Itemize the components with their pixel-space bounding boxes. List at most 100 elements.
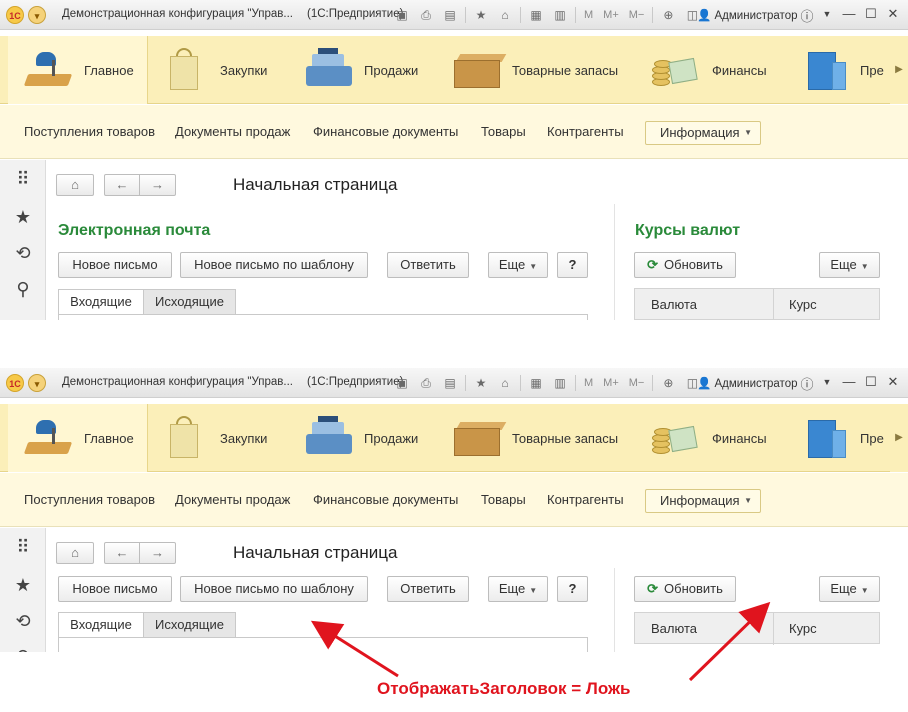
print-icon[interactable]: ⎙ [417,375,435,391]
maximize-icon[interactable]: ☐ [862,6,880,22]
back-button[interactable]: ← [104,542,140,564]
memory-plus-button[interactable]: M+ [601,7,621,23]
tab-outbox[interactable]: Исходящие [143,289,236,315]
grid-menu-icon[interactable]: ⠿ [12,536,34,558]
info-icon[interactable]: ⓘ [798,6,816,25]
nav-item-receipts[interactable]: Поступления товаров [24,492,155,507]
user-name[interactable]: 👤 Администратор [697,8,798,22]
main-menu-icon[interactable]: ▾ [28,374,46,392]
grid-menu-icon[interactable]: ⠿ [12,168,34,190]
column-currency[interactable]: Валюта [651,621,697,636]
column-currency[interactable]: Валюта [651,297,697,312]
search-icon[interactable]: ⚲ [12,646,34,652]
memory-minus-button[interactable]: M− [627,7,647,23]
nav-item-sales-docs[interactable]: Документы продаж [175,124,290,139]
section-purchases[interactable]: Закупки [158,404,267,472]
nav-item-counterparties[interactable]: Контрагенты [547,492,624,507]
history-icon[interactable]: ⟲ [12,610,34,632]
tab-outbox[interactable]: Исходящие [143,612,236,638]
section-main[interactable]: Главное [8,404,148,472]
column-rate[interactable]: Курс [789,297,817,312]
save-icon[interactable]: ▣ [393,7,411,23]
more-button[interactable]: Еще ▼ [819,252,880,278]
forward-button[interactable]: → [139,542,176,564]
section-sales[interactable]: Продажи [302,36,418,104]
new-email-template-button[interactable]: Новое письмо по шаблону [180,252,368,278]
memory-minus-button[interactable]: M− [627,375,647,391]
calendar-icon[interactable]: ▥ [551,7,569,23]
preview-icon[interactable]: ▤ [441,375,459,391]
back-button[interactable]: ← [104,174,140,196]
section-stock[interactable]: Товарные запасы [450,404,618,472]
chevron-down-icon[interactable]: ▼ [818,377,836,387]
save-icon[interactable]: ▣ [393,375,411,391]
calendar-icon[interactable]: ▥ [551,375,569,391]
home-button[interactable]: ⌂ [56,174,94,196]
section-stock[interactable]: Товарные запасы [450,36,618,104]
main-menu-icon[interactable]: ▾ [28,6,46,24]
search-icon[interactable]: ⚲ [12,278,34,300]
user-name[interactable]: 👤 Администратор [697,376,798,390]
section-purchases[interactable]: Закупки [158,36,267,104]
favorites-icon[interactable]: ★ [472,7,490,23]
close-icon[interactable]: ✕ [884,6,902,22]
info-icon[interactable]: ⓘ [798,374,816,393]
info-dropdown[interactable]: Информация ▼ [645,489,761,513]
preview-icon[interactable]: ▤ [441,7,459,23]
nav-item-receipts[interactable]: Поступления товаров [24,124,155,139]
chevron-down-icon[interactable]: ▼ [818,9,836,19]
column-rate[interactable]: Курс [789,621,817,636]
nav-item-finance-docs[interactable]: Финансовые документы [313,492,458,507]
section-finance[interactable]: Финансы [650,36,767,104]
section-finance[interactable]: Финансы [650,404,767,472]
reply-button[interactable]: Ответить [387,252,469,278]
zoom-icon[interactable]: ⊕ [659,7,677,23]
history-icon[interactable]: ⌂ [496,375,514,391]
memory-button[interactable]: M [582,375,595,391]
zoom-icon[interactable]: ⊕ [659,375,677,391]
nav-item-finance-docs[interactable]: Финансовые документы [313,124,458,139]
nav-item-goods[interactable]: Товары [481,124,526,139]
reply-button[interactable]: Ответить [387,576,469,602]
memory-plus-button[interactable]: M+ [601,375,621,391]
more-button[interactable]: Еще ▼ [819,576,880,602]
forward-button[interactable]: → [139,174,176,196]
minimize-icon[interactable]: — [840,374,858,389]
nav-item-goods[interactable]: Товары [481,492,526,507]
minimize-icon[interactable]: — [840,6,858,21]
tab-inbox[interactable]: Входящие [58,289,144,315]
new-email-button[interactable]: Новое письмо [58,252,172,278]
favorites-icon[interactable]: ★ [472,375,490,391]
more-button[interactable]: Еще ▼ [488,576,548,602]
refresh-button[interactable]: ⟳ Обновить [634,576,736,602]
close-icon[interactable]: ✕ [884,374,902,390]
calculator-icon[interactable]: ▦ [527,375,545,391]
more-button[interactable]: Еще ▼ [488,252,548,278]
history-icon[interactable]: ⌂ [496,7,514,23]
help-button[interactable]: ? [557,576,588,602]
refresh-button[interactable]: ⟳ Обновить [634,252,736,278]
maximize-icon[interactable]: ☐ [862,374,880,390]
1c-logo-icon[interactable]: 1С [6,6,24,24]
section-main[interactable]: Главное [8,36,148,104]
nav-item-counterparties[interactable]: Контрагенты [547,124,624,139]
print-icon[interactable]: ⎙ [417,7,435,23]
scroll-right-icon[interactable]: ▶ [890,36,908,104]
calculator-icon[interactable]: ▦ [527,7,545,23]
new-email-button[interactable]: Новое письмо [58,576,172,602]
section-sales[interactable]: Продажи [302,404,418,472]
1c-logo-icon[interactable]: 1С [6,374,24,392]
nav-item-sales-docs[interactable]: Документы продаж [175,492,290,507]
home-button[interactable]: ⌂ [56,542,94,564]
info-dropdown[interactable]: Информация ▼ [645,121,761,145]
help-button[interactable]: ? [557,252,588,278]
section-enterprise[interactable]: Пре [798,36,884,104]
star-icon[interactable]: ★ [12,574,34,596]
section-enterprise[interactable]: Пре [798,404,884,472]
history-icon[interactable]: ⟲ [12,242,34,264]
memory-button[interactable]: M [582,7,595,23]
new-email-template-button[interactable]: Новое письмо по шаблону [180,576,368,602]
scroll-right-icon[interactable]: ▶ [890,404,908,472]
tab-inbox[interactable]: Входящие [58,612,144,638]
star-icon[interactable]: ★ [12,206,34,228]
